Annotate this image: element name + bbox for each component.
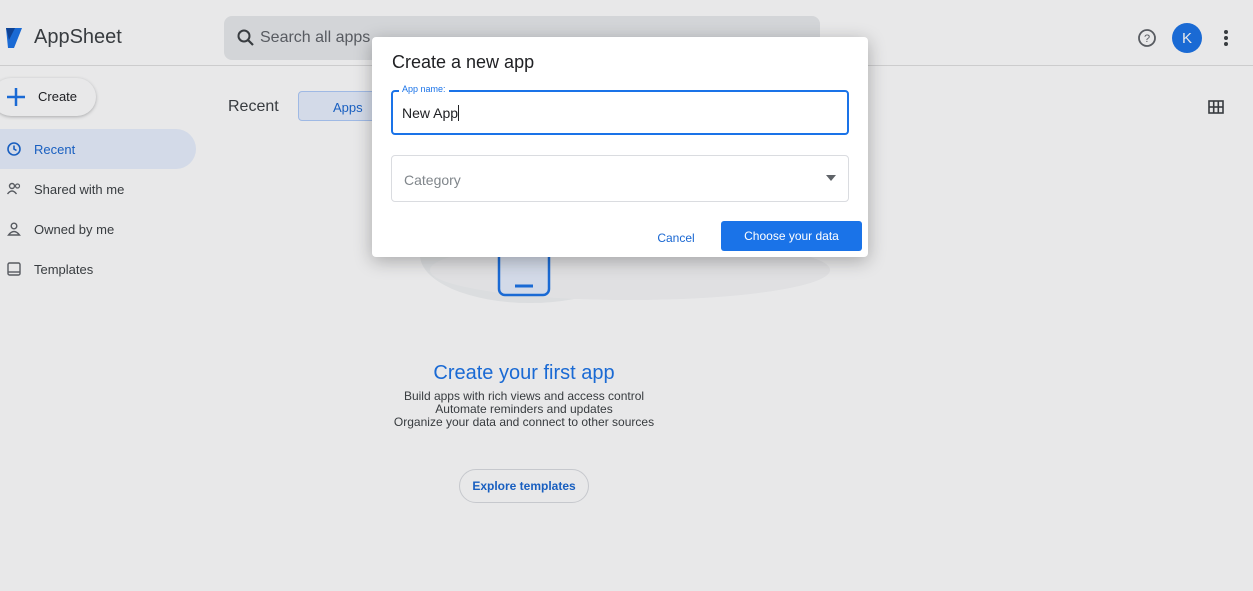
app-name-label: App name: <box>399 84 449 94</box>
app-name-field[interactable]: App name: New App <box>391 84 849 135</box>
choose-your-data-button[interactable]: Choose your data <box>721 221 862 251</box>
app-name-input[interactable]: New App <box>402 105 460 121</box>
category-placeholder: Category <box>404 172 461 188</box>
dialog-title: Create a new app <box>392 52 535 72</box>
text-cursor <box>458 105 460 121</box>
dropdown-arrow-icon <box>826 175 836 181</box>
app-name-value: New App <box>402 105 459 121</box>
create-app-dialog: Create a new app App name: New App Categ… <box>372 37 868 257</box>
category-select[interactable]: Category <box>391 155 849 202</box>
appsheet-app: AppSheet Search all apps ? K Create Rece… <box>0 0 1253 591</box>
cancel-button[interactable]: Cancel <box>642 223 710 253</box>
